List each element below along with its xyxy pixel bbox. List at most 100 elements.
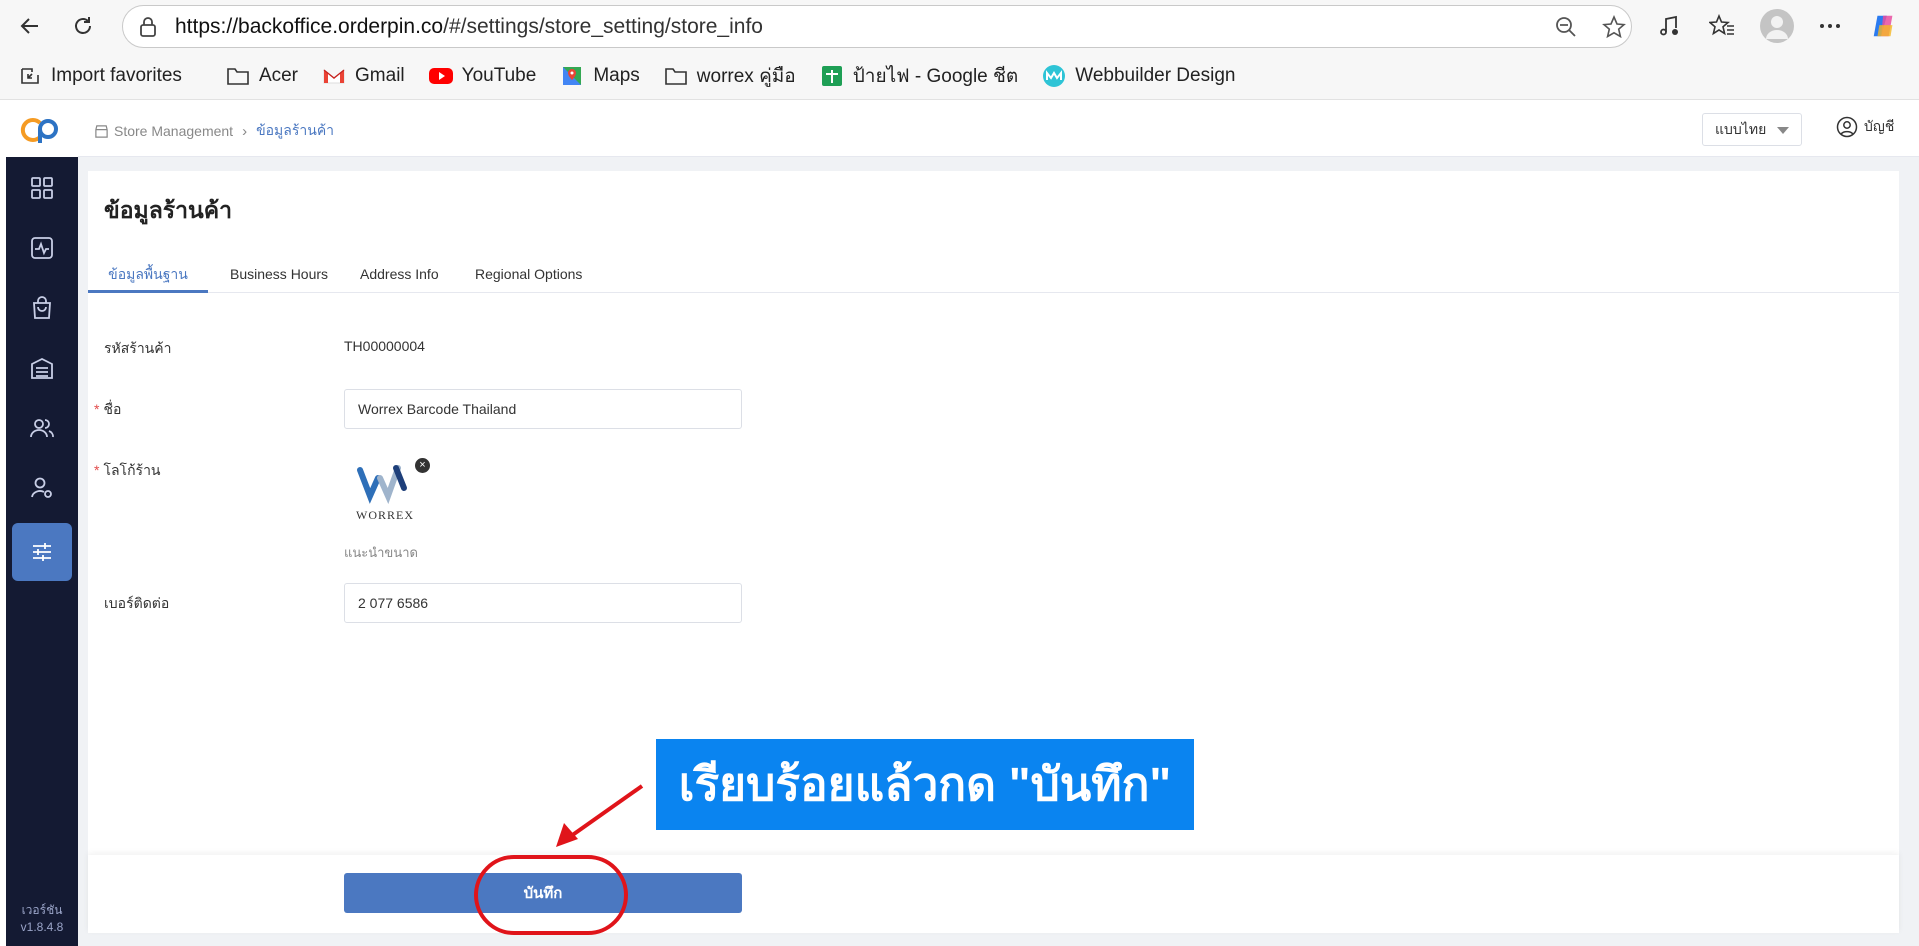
refresh-icon [75, 17, 91, 34]
webbuilder-icon [1042, 64, 1066, 88]
import-icon [18, 64, 42, 88]
copilot-icon[interactable] [1870, 12, 1898, 40]
sidebar-item-users[interactable] [12, 459, 72, 517]
store-icon [95, 124, 108, 138]
profile-avatar-icon[interactable] [1760, 9, 1794, 43]
name-label-text: ชื่อ [103, 401, 122, 417]
chevron-right-icon: › [242, 122, 248, 140]
favorite-star-icon[interactable] [1601, 14, 1627, 40]
bookmark-label: ป้ายไฟ - Google ชีต [852, 65, 1019, 87]
sidebar-item-orders[interactable] [12, 279, 72, 337]
shopping-bag-icon [33, 296, 51, 319]
form-footer: บันทึก [88, 855, 1899, 933]
bookmark-sign-sheet[interactable]: ป้ายไฟ - Google ชีต [820, 61, 1019, 91]
language-value: แบบไทย [1715, 120, 1767, 137]
logo-label: * โลโก้ร้าน [94, 460, 161, 482]
dashboard-icon [31, 177, 53, 199]
page-title: ข้อมูลร้านค้า [104, 197, 233, 223]
bookmark-label: Import favorites [51, 64, 182, 86]
app-version: เวอร์ชัน v1.8.4.8 [6, 902, 78, 936]
sidebar-item-customers[interactable] [12, 399, 72, 457]
warehouse-icon [31, 357, 53, 379]
sidebar: เวอร์ชัน v1.8.4.8 [6, 157, 78, 946]
sheets-icon [820, 64, 844, 88]
url-path: /#/settings/store_setting/store_info [443, 14, 763, 38]
bookmark-worrex-manual[interactable]: worrex คู่มือ [664, 61, 796, 91]
favorites-icon[interactable] [1708, 12, 1736, 40]
bookmark-acer[interactable]: Acer [226, 64, 298, 88]
youtube-icon [428, 64, 453, 88]
name-label: * ชื่อ [94, 399, 122, 421]
customers-icon [30, 419, 54, 438]
tab-bar: ข้อมูลพื้นฐาน Business Hours Address Inf… [88, 253, 1899, 293]
store-code-value: TH00000004 [344, 338, 425, 354]
bookmark-label: YouTube [461, 64, 537, 86]
bookmark-label: Gmail [355, 64, 405, 86]
folder-icon [664, 64, 688, 88]
bookmarks-bar: Import favorites Acer Gmail YouTube Maps… [0, 52, 1919, 100]
language-select[interactable]: แบบไทย [1702, 113, 1802, 146]
sidebar-item-activity[interactable] [12, 219, 72, 277]
breadcrumb-current: ข้อมูลร้านค้า [256, 122, 335, 138]
bookmark-gmail[interactable]: Gmail [322, 64, 405, 88]
bookmark-maps[interactable]: Maps [560, 64, 640, 88]
sliders-icon [33, 543, 51, 561]
account-label: บัญชี [1864, 118, 1895, 134]
caret-down-icon [1777, 127, 1789, 134]
back-arrow-icon [20, 18, 38, 34]
breadcrumb-root[interactable]: Store Management [114, 123, 233, 139]
remove-logo-icon[interactable]: × [415, 458, 430, 473]
phone-label: เบอร์ติดต่อ [104, 595, 170, 611]
address-bar[interactable]: https://backoffice.orderpin.co/#/setting… [122, 5, 1632, 48]
sidebar-item-settings[interactable] [12, 523, 72, 581]
app-logo[interactable] [6, 102, 78, 157]
logo-wordmark: WORREX [356, 508, 414, 522]
activity-icon [31, 237, 53, 259]
tab-regional-options[interactable]: Regional Options [475, 253, 582, 293]
required-mark: * [94, 462, 100, 478]
worrex-logo-mark [357, 465, 407, 504]
tab-basic-info[interactable]: ข้อมูลพื้นฐาน [88, 253, 208, 293]
store-code-label: รหัสร้านค้า [104, 340, 172, 356]
bookmark-label: Maps [593, 64, 640, 86]
sidebar-item-dashboard[interactable] [12, 159, 72, 217]
required-mark: * [94, 401, 100, 417]
version-label: เวอร์ชัน [21, 903, 63, 917]
folder-icon [226, 64, 250, 88]
breadcrumb: Store Management › ข้อมูลร้านค้า [94, 120, 334, 142]
url-host: https://backoffice.orderpin.co [175, 14, 444, 38]
more-options-icon[interactable] [1816, 12, 1844, 40]
instruction-callout: เรียบร้อยแล้วกด "บันทึก" [656, 739, 1194, 830]
account-button[interactable]: บัญชี [1836, 116, 1894, 138]
lock-icon[interactable] [137, 16, 159, 38]
store-name-input[interactable]: Worrex Barcode Thailand [344, 389, 742, 429]
tab-address-info[interactable]: Address Info [360, 253, 439, 293]
browser-toolbar: https://backoffice.orderpin.co/#/setting… [0, 0, 1919, 52]
save-highlight-ring [474, 855, 628, 935]
tab-business-hours[interactable]: Business Hours [230, 253, 328, 293]
version-number: v1.8.4.8 [20, 920, 64, 934]
bookmark-label: Acer [258, 64, 299, 86]
zoom-icon[interactable] [1553, 14, 1579, 40]
bookmark-youtube[interactable]: YouTube [428, 64, 537, 88]
back-button[interactable] [10, 6, 50, 46]
user-settings-icon [31, 477, 52, 498]
bookmark-label: Webbuilder Design [1075, 64, 1236, 86]
refresh-button[interactable] [63, 6, 103, 46]
url-text[interactable]: https://backoffice.orderpin.co/#/setting… [175, 15, 763, 39]
orderpin-logo-icon [20, 117, 58, 143]
store-logo-preview[interactable]: WORREX × [348, 456, 430, 528]
maps-icon [560, 64, 584, 88]
pointer-arrow-icon [556, 784, 644, 847]
bookmark-webbuilder[interactable]: Webbuilder Design [1042, 64, 1235, 88]
phone-input[interactable]: 2 077 6586 [344, 583, 742, 623]
bookmark-import-favorites[interactable]: Import favorites [18, 64, 182, 88]
app-header: Store Management › ข้อมูลร้านค้า แบบไทย … [78, 102, 1919, 157]
sidebar-item-warehouse[interactable] [12, 339, 72, 397]
logo-label-text: โลโก้ร้าน [103, 462, 161, 478]
logo-size-hint: แนะนำขนาด [344, 545, 418, 560]
media-icon[interactable] [1655, 12, 1683, 40]
user-circle-icon [1836, 116, 1858, 138]
bookmark-label: worrex คู่มือ [696, 65, 796, 87]
gmail-icon [322, 64, 346, 88]
